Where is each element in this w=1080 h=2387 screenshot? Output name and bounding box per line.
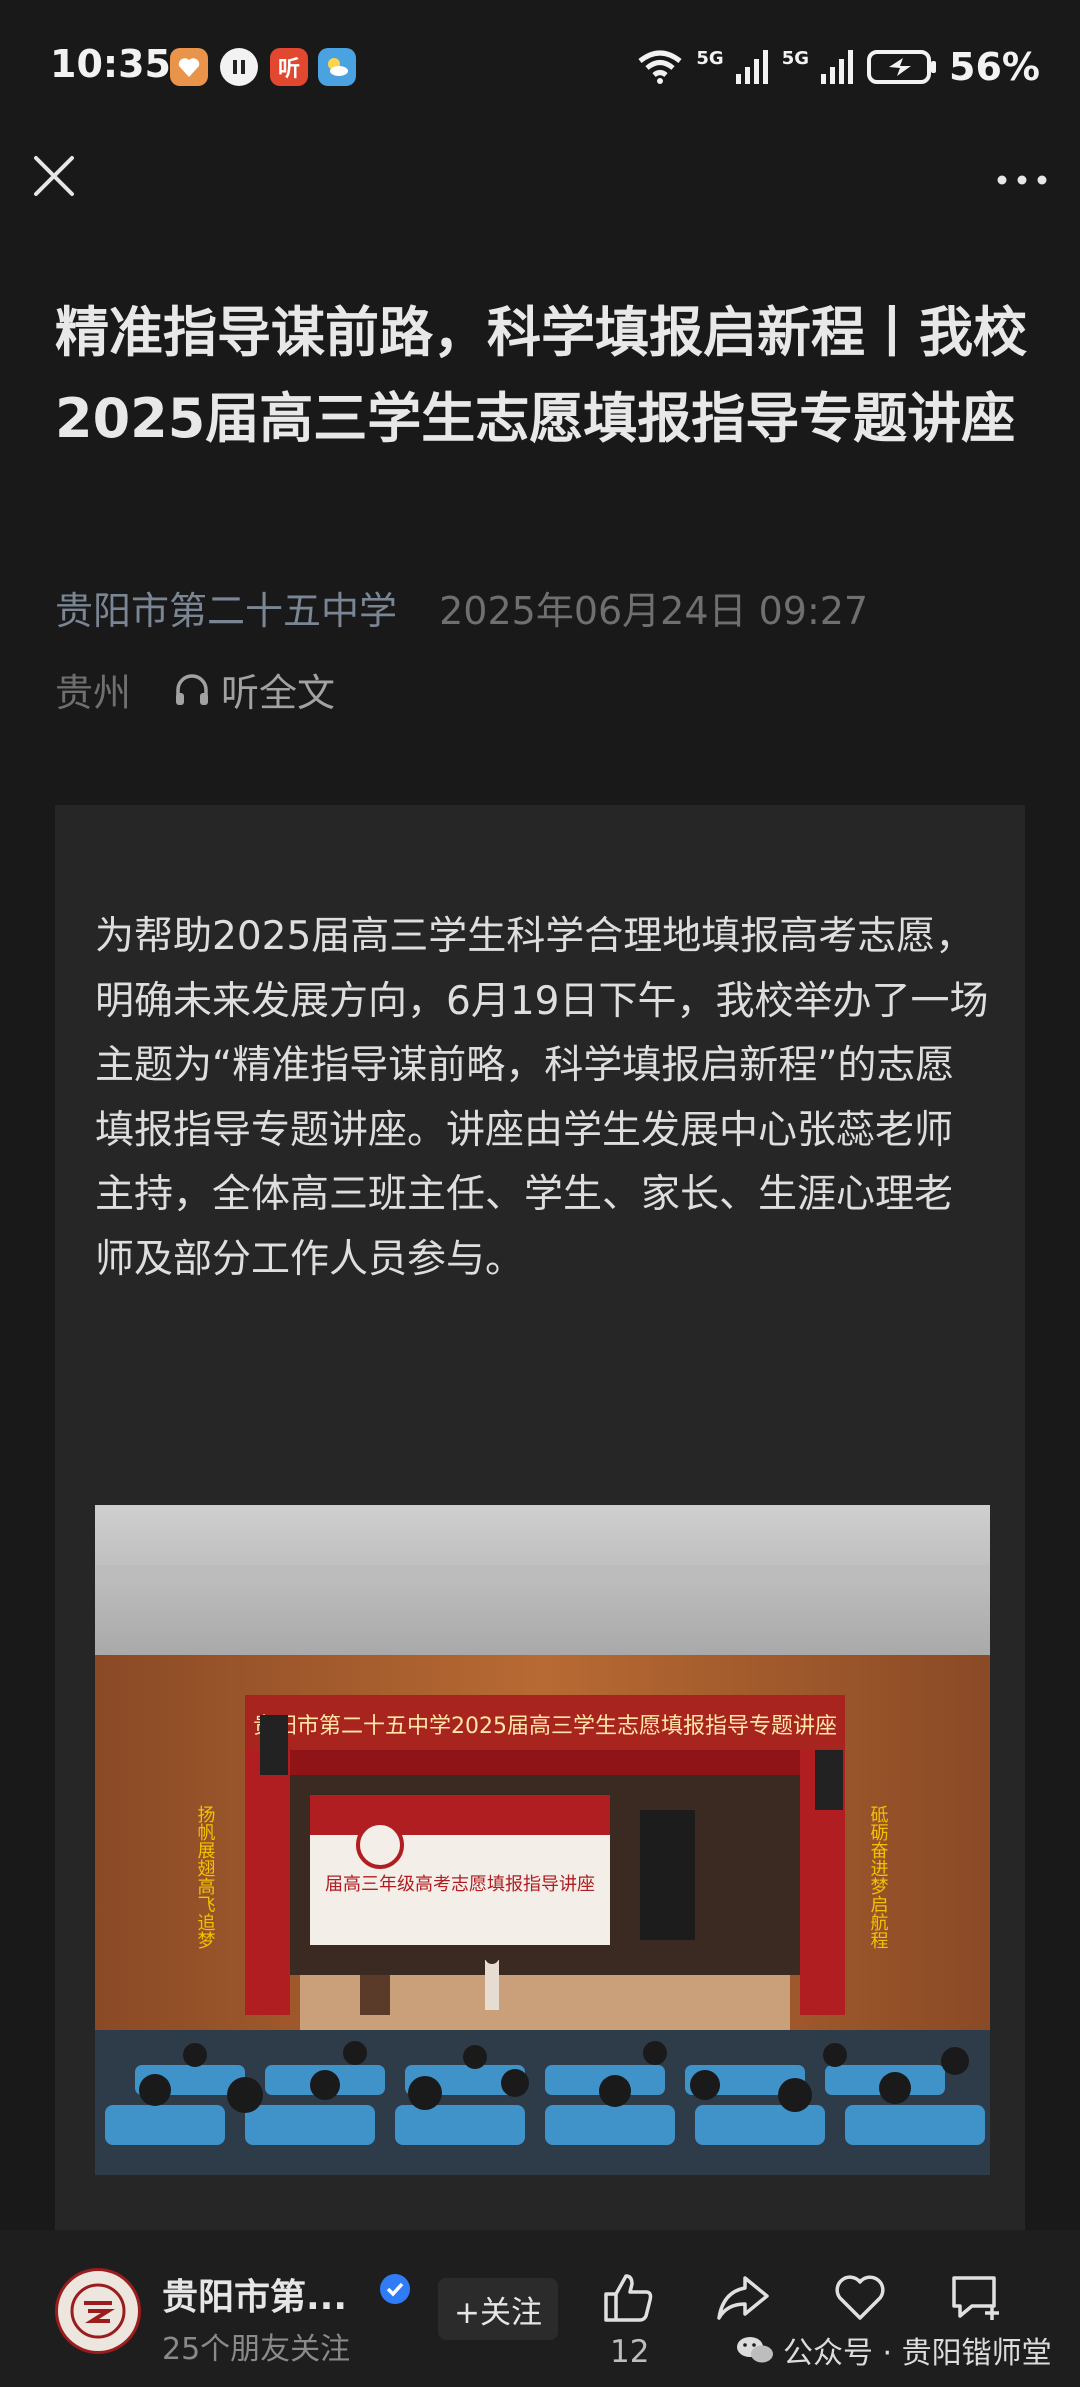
status-bar: 10:35 听 5G 5G 56% — [0, 0, 1080, 140]
article-meta: 贵阳市第二十五中学 2025年06月24日 09:27 — [55, 580, 868, 635]
network-type-label: 5G — [696, 47, 724, 69]
heart-icon[interactable] — [832, 2270, 888, 2326]
article-title: 精准指导谋前路，科学填报启新程丨我校2025届高三学生志愿填报指导专题讲座 — [55, 301, 1027, 450]
account-avatar[interactable] — [55, 2268, 141, 2354]
listen-app-icon: 听 — [270, 48, 308, 86]
music-app-icon — [220, 48, 258, 86]
more-options-button[interactable] — [992, 160, 1052, 200]
like-count: 12 — [610, 2334, 650, 2370]
photo-banner-text: 贵阳市第二十五中学2025届高三学生志愿填报指导专题讲座 — [253, 1714, 837, 1739]
article-meta-2: 贵州 听全文 — [55, 662, 335, 717]
account-name[interactable]: 贵阳市第... — [162, 2268, 347, 2320]
share-icon[interactable] — [715, 2270, 771, 2326]
photo-right-couplet: 砥砺奋进梦启航程 — [868, 1805, 889, 1949]
follow-button[interactable]: +关注 — [438, 2278, 558, 2340]
status-right-group: 5G 5G 56% — [636, 42, 1040, 92]
friends-follow-count: 25个朋友关注 — [162, 2332, 351, 2367]
wechat-icon — [737, 2337, 773, 2363]
battery-icon — [867, 50, 937, 84]
status-time: 10:35 — [50, 42, 171, 86]
like-icon[interactable] — [600, 2270, 656, 2326]
close-icon — [34, 156, 74, 196]
article-author[interactable]: 贵阳市第二十五中学 — [55, 589, 397, 633]
content-card: 为帮助2025届高三学生科学合理地填报高考志愿，明确未来发展方向，6月19日下午… — [55, 805, 1025, 2235]
app-notification-icon — [170, 48, 208, 86]
more-icon — [997, 175, 1047, 185]
watermark-text: 公众号 · 贵阳锴师堂 — [783, 2336, 1052, 2371]
listen-full-label: 听全文 — [221, 671, 336, 715]
wifi-icon — [638, 50, 682, 84]
photo-left-couplet: 扬帆展翅高飞追梦 — [195, 1805, 216, 1949]
photo-screen-text: 届高三年级高考志愿填报指导讲座 — [325, 1874, 595, 1895]
school-logo-icon — [70, 2283, 126, 2339]
comment-icon[interactable] — [948, 2270, 1004, 2326]
wechat-watermark: 公众号 · 贵阳锴师堂 — [735, 2328, 1052, 2372]
article-paragraph: 为帮助2025届高三学生科学合理地填报高考志愿，明确未来发展方向，6月19日下午… — [95, 914, 989, 1282]
auditorium-illustration: 贵阳市第二十五中学2025届高三学生志愿填报指导专题讲座 届高三年级高考志愿填报… — [95, 1505, 990, 2175]
signal-icon — [735, 50, 768, 84]
verified-badge-icon — [380, 2274, 410, 2304]
close-button[interactable] — [28, 150, 80, 202]
signal-icon-2 — [821, 50, 854, 84]
headphones-icon — [176, 673, 209, 705]
article-datetime: 2025年06月24日 09:27 — [439, 589, 869, 633]
article-location: 贵州 — [55, 671, 132, 715]
battery-percent: 56% — [949, 45, 1040, 89]
weather-app-icon — [318, 48, 356, 86]
bottom-action-bar: 贵阳市第... 25个朋友关注 +关注 12 公众号 · 贵阳锴师堂 — [0, 2230, 1080, 2387]
network-type-label-2: 5G — [781, 47, 810, 69]
lecture-photo[interactable]: 贵阳市第二十五中学2025届高三学生志愿填报指导专题讲座 届高三年级高考志愿填报… — [95, 1505, 990, 2175]
listen-full-button[interactable]: 听全文 — [173, 662, 335, 717]
